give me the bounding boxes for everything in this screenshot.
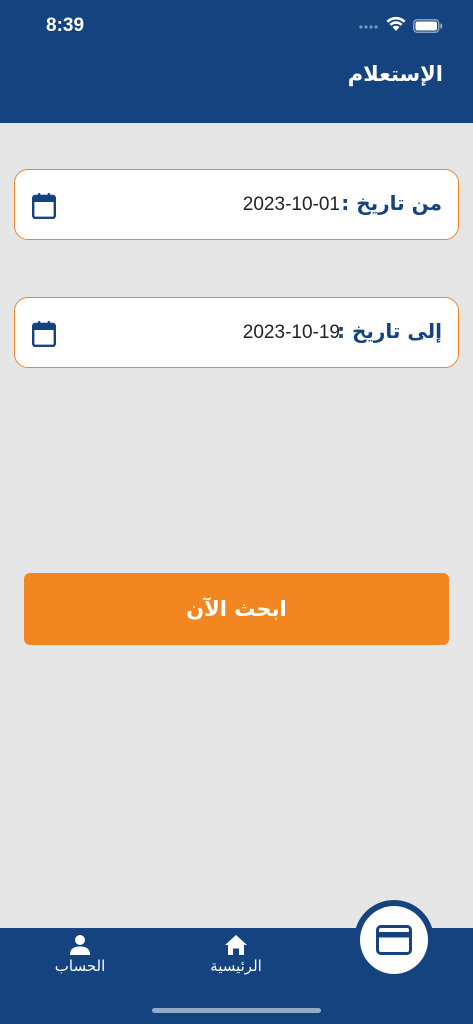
nav-item-account[interactable]: الحساب	[40, 928, 120, 975]
person-icon	[70, 935, 90, 955]
to-date-field[interactable]: إلى تاريخ : 2023-10-19	[14, 297, 459, 368]
nav-label-home: الرئيسية	[210, 957, 262, 975]
status-bar: 8:39	[0, 0, 473, 50]
from-date-value: 2023-10-01	[242, 194, 340, 215]
app-header: 8:39 الإستعلام	[0, 0, 473, 123]
cellular-signal-icon	[359, 25, 378, 29]
status-time: 8:39	[46, 15, 85, 36]
nav-label-account: الحساب	[54, 957, 106, 975]
search-now-button[interactable]: ابحث الآن	[24, 573, 449, 645]
home-indicator	[152, 1008, 321, 1013]
payments-fab-button[interactable]	[360, 906, 428, 974]
to-date-label: إلى تاريخ :	[337, 319, 442, 343]
from-date-label: من تاريخ :	[341, 191, 442, 215]
battery-icon	[413, 19, 443, 33]
from-date-field[interactable]: من تاريخ : 2023-10-01	[14, 169, 459, 240]
home-icon	[225, 935, 247, 955]
nav-item-home[interactable]: الرئيسية	[196, 928, 276, 975]
credit-card-icon	[376, 925, 412, 955]
to-date-value: 2023-10-19	[242, 322, 340, 343]
page-title: الإستعلام	[347, 62, 443, 86]
status-icons	[359, 16, 449, 36]
wifi-icon	[386, 16, 406, 31]
calendar-icon[interactable]	[32, 193, 56, 219]
calendar-icon[interactable]	[32, 321, 56, 347]
